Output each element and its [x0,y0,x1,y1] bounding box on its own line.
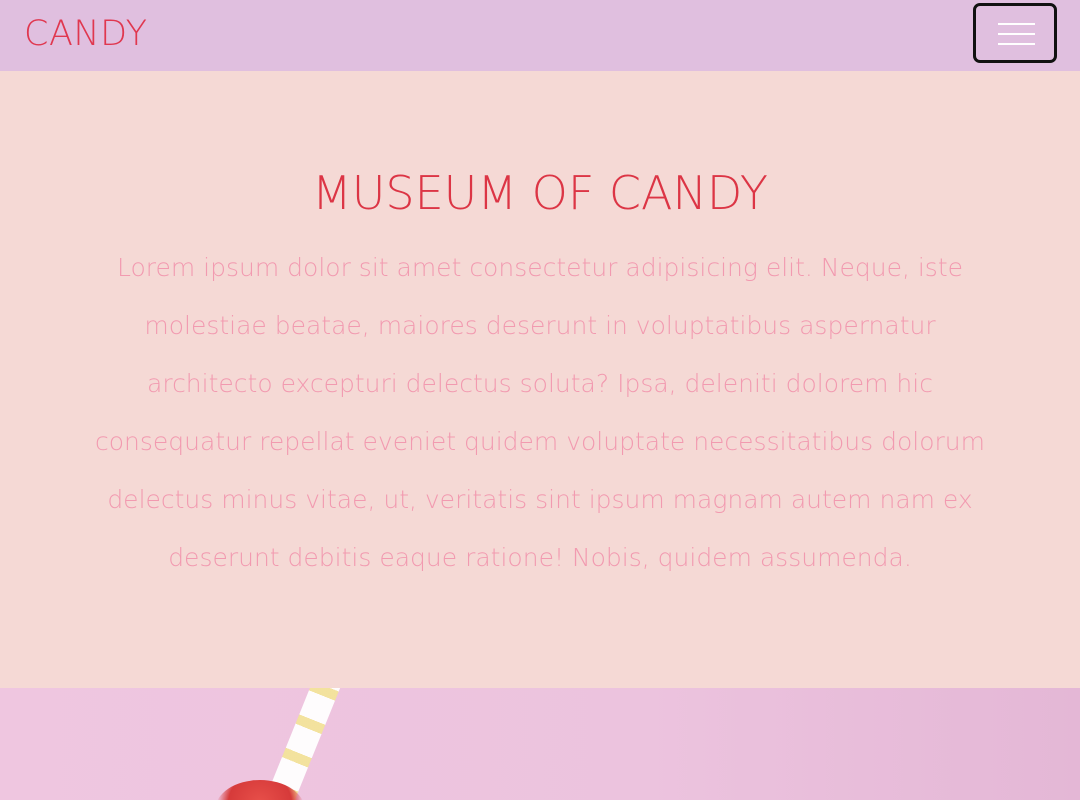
hero-description: Lorem ipsum dolor sit amet consectetur a… [95,253,985,572]
hero-section: MUSEUM OF CANDY Lorem ipsum dolor sit am… [0,71,1080,688]
candy-photo [0,688,1080,800]
brand-logo-link[interactable]: CANDY [24,12,147,56]
navbar: CANDY [0,0,1080,71]
page-title: MUSEUM OF CANDY [312,166,768,220]
navbar-toggler-button[interactable] [973,3,1057,63]
